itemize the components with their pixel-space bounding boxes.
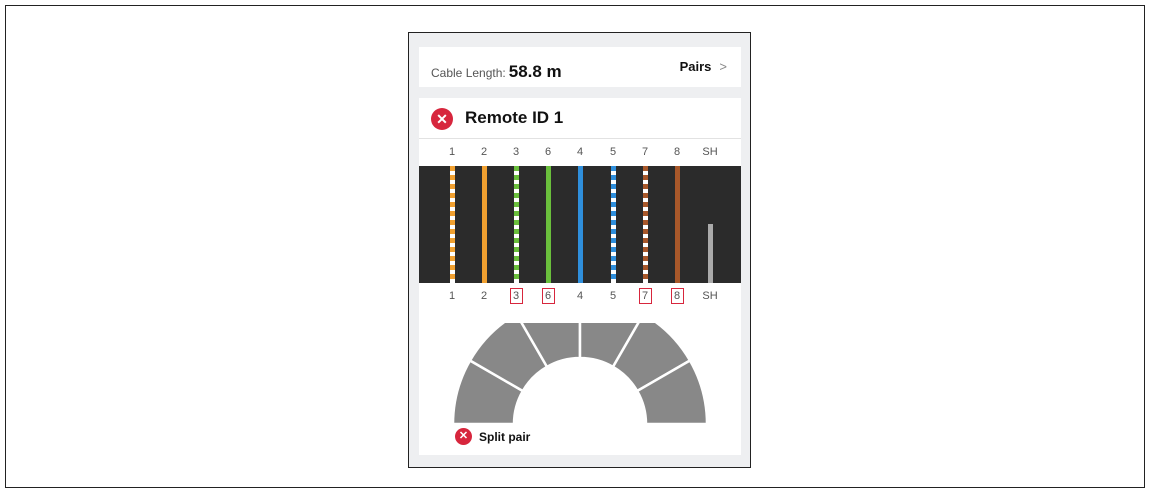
pin-label: 2 (480, 290, 488, 302)
bottom-pin-numbers: 1 2 3 6 4 5 7 8 SH (419, 286, 741, 306)
wire-SH (707, 224, 713, 283)
wire-map (419, 166, 741, 283)
bottom-pin-number-fault: 6 (538, 286, 558, 306)
pairs-button[interactable]: Pairs > (680, 59, 727, 74)
top-pin-number: 5 (609, 146, 617, 158)
wire-8 (674, 166, 680, 283)
remote-id-header: ✕ Remote ID 1 (419, 98, 741, 139)
top-pin-number: 3 (512, 146, 520, 158)
pin-label: 3 (509, 288, 523, 304)
error-x-icon: ✕ (455, 428, 472, 445)
wire-6 (545, 166, 551, 283)
wire-5 (610, 166, 616, 283)
pin-label: 6 (541, 288, 555, 304)
bottom-pin-number: 1 (442, 286, 462, 306)
split-pair-label: Split pair (479, 430, 531, 444)
remote-id-card: ✕ Remote ID 1 1 2 3 6 4 5 7 8 SH 1 2 3 6 4 5 7 8 SH (419, 98, 741, 334)
cable-length-card: Cable Length: 58.8 m Pairs > (419, 47, 741, 87)
cable-length: Cable Length: 58.8 m (431, 62, 562, 82)
pin-label: 7 (638, 288, 652, 304)
top-pin-number: 6 (544, 146, 552, 158)
bottom-pin-number: 5 (603, 286, 623, 306)
remote-id-title: Remote ID 1 (465, 108, 564, 127)
top-pin-number: SH (702, 146, 718, 158)
top-pin-number: 8 (673, 146, 681, 158)
bottom-pin-number: 4 (570, 286, 590, 306)
error-x-icon: ✕ (431, 108, 453, 130)
top-pin-number: 1 (448, 146, 456, 158)
top-pin-number: 2 (480, 146, 488, 158)
tester-screen: Cable Length: 58.8 m Pairs > ✕ Remote ID 1… (408, 32, 751, 468)
top-pin-numbers: 1 2 3 6 4 5 7 8 SH (419, 142, 741, 162)
pin-label: SH (702, 290, 718, 302)
wire-7 (642, 166, 648, 283)
wire-3 (513, 166, 519, 283)
bottom-pin-number-fault: 7 (635, 286, 655, 306)
cable-length-label: Cable Length: (431, 66, 506, 80)
wire-2 (481, 166, 487, 283)
pairs-label: Pairs (679, 59, 712, 74)
pin-label: 1 (448, 290, 456, 302)
bottom-pin-number-fault: 8 (667, 286, 687, 306)
pin-label: 8 (670, 288, 684, 304)
top-pin-number: 7 (641, 146, 649, 158)
wire-1 (449, 166, 455, 283)
pin-label: 5 (609, 290, 617, 302)
top-pin-number: 4 (576, 146, 584, 158)
pin-label: 4 (576, 290, 584, 302)
bottom-pin-number-fault: 3 (506, 286, 526, 306)
chevron-right-icon: > (719, 59, 727, 74)
diagnosis-card: ✕ Split pair (419, 323, 741, 455)
bottom-pin-number: 2 (474, 286, 494, 306)
bottom-pin-number: SH (700, 286, 720, 306)
wire-4 (577, 166, 583, 283)
cable-length-value: 58.8 m (508, 62, 562, 81)
